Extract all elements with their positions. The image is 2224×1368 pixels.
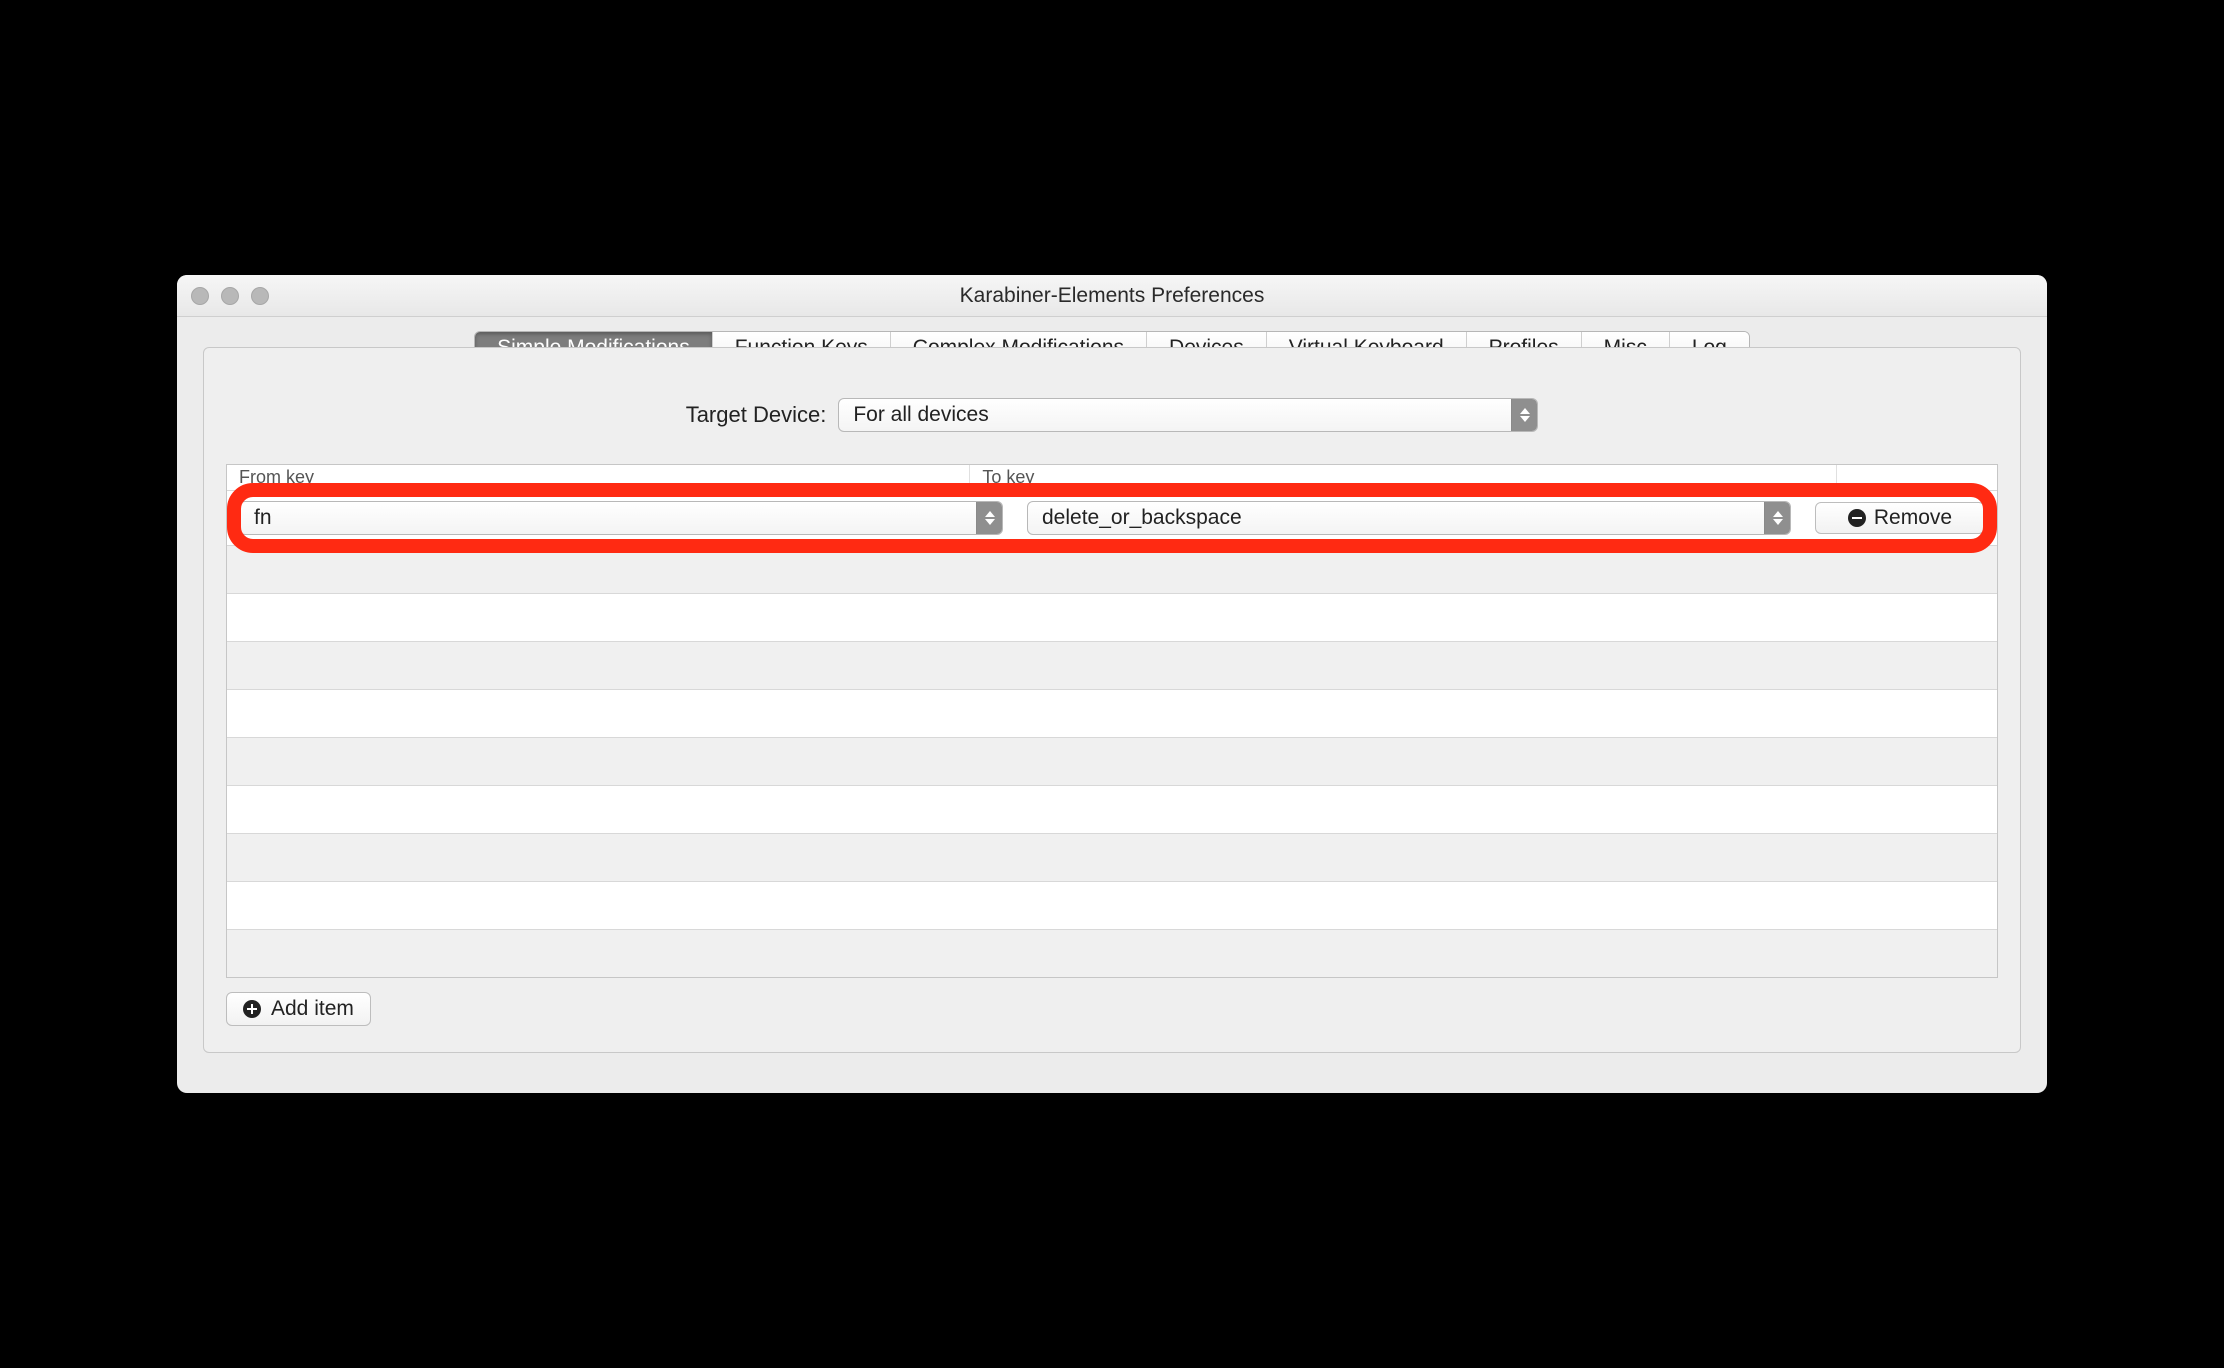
to-key-value: delete_or_backspace [1042, 506, 1242, 530]
titlebar: Karabiner-Elements Preferences [177, 275, 2047, 317]
updown-icon [1511, 399, 1537, 431]
empty-rows [227, 545, 1997, 977]
col-actions [1837, 465, 1997, 490]
table-row [227, 641, 1997, 689]
remove-button-label: Remove [1874, 506, 1952, 530]
table-row [227, 785, 1997, 833]
table-row [227, 689, 1997, 737]
minimize-window-icon[interactable] [221, 287, 239, 305]
zoom-window-icon[interactable] [251, 287, 269, 305]
table-row [227, 881, 1997, 929]
target-device-label: Target Device: [686, 402, 827, 428]
updown-icon [976, 502, 1002, 534]
table-header: From key To key [227, 465, 1997, 491]
add-item-button[interactable]: Add item [226, 992, 371, 1026]
minus-circle-icon [1848, 509, 1866, 527]
from-key-select[interactable]: fn [239, 501, 1003, 535]
window-controls [191, 275, 269, 316]
table-row [227, 929, 1997, 977]
table-row: fn delete_or_backspace Remove [239, 501, 1985, 535]
target-device-select[interactable]: For all devices [838, 398, 1538, 432]
table-row [227, 593, 1997, 641]
plus-circle-icon [243, 1000, 261, 1018]
table-row [227, 833, 1997, 881]
to-key-select[interactable]: delete_or_backspace [1027, 501, 1791, 535]
window-title: Karabiner-Elements Preferences [960, 284, 1265, 308]
table-footer: Add item [226, 992, 1998, 1026]
highlighted-row: fn delete_or_backspace Remove [227, 491, 1997, 545]
close-window-icon[interactable] [191, 287, 209, 305]
col-from-key: From key [227, 465, 970, 490]
target-device-value: For all devices [853, 403, 988, 427]
preferences-window: Karabiner-Elements Preferences Simple Mo… [177, 275, 2047, 1093]
col-to-key: To key [970, 465, 1837, 490]
remove-button[interactable]: Remove [1815, 502, 1985, 534]
window-body: Simple Modifications Function Keys Compl… [177, 317, 2047, 1093]
from-key-value: fn [254, 506, 272, 530]
table-row [227, 737, 1997, 785]
modifications-table: From key To key fn delete_or_backspace [226, 464, 1998, 978]
updown-icon [1764, 502, 1790, 534]
table-row [227, 545, 1997, 593]
add-item-label: Add item [271, 997, 354, 1021]
target-device-row: Target Device: For all devices [204, 398, 2020, 432]
tab-panel: Target Device: For all devices From key … [203, 347, 2021, 1053]
